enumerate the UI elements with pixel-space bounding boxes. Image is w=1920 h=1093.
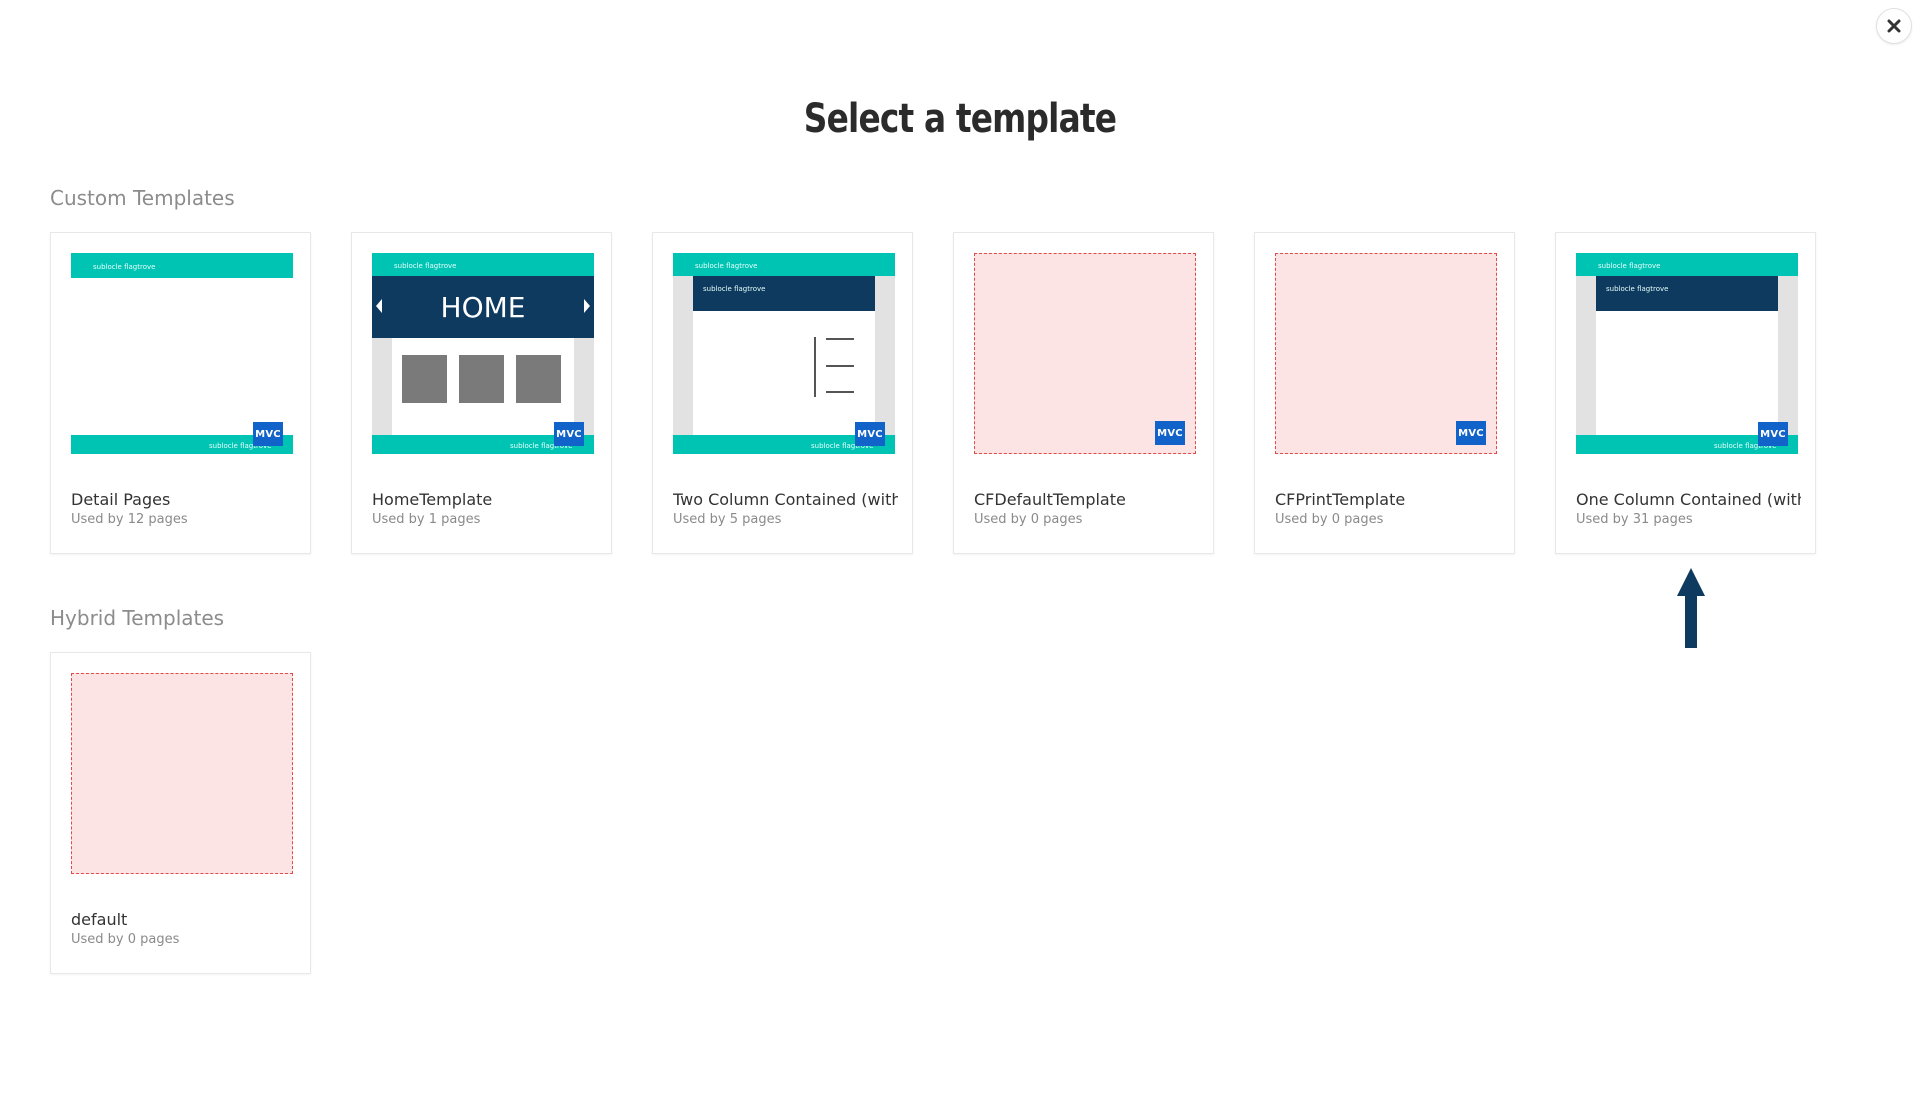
template-name: HomeTemplate: [372, 490, 493, 509]
template-thumbnail-placeholder: MVC: [1275, 253, 1497, 454]
section-title-custom: Custom Templates: [50, 186, 235, 210]
template-thumbnail-placeholder: MVC: [974, 253, 1196, 454]
template-card-two-column-contained[interactable]: sublocle flagtrove sublocle flagtrove su…: [652, 232, 913, 554]
thumb-nav-text: sublocle flagtrove: [1606, 285, 1668, 293]
mvc-badge: MVC: [1456, 421, 1486, 445]
template-thumbnail: sublocle flagtrove sublocle flagtrove su…: [673, 253, 895, 454]
template-name: Detail Pages: [71, 490, 171, 509]
template-name: default: [71, 910, 128, 929]
template-card-default[interactable]: default Used by 0 pages: [50, 652, 311, 974]
section-title-hybrid: Hybrid Templates: [50, 606, 225, 630]
mvc-badge: MVC: [855, 422, 885, 446]
page-title: Select a template: [803, 96, 1117, 142]
mvc-badge: MVC: [253, 422, 283, 446]
mvc-badge: MVC: [1758, 422, 1788, 446]
close-icon: [1887, 19, 1901, 33]
template-usage: Used by 0 pages: [1275, 512, 1384, 527]
template-card-detail-pages[interactable]: sublocle flagtrove sublocle flagtrove MV…: [50, 232, 311, 554]
template-usage: Used by 12 pages: [71, 512, 188, 527]
template-usage: Used by 0 pages: [974, 512, 1083, 527]
template-usage: Used by 1 pages: [372, 512, 481, 527]
thumb-nav-text: sublocle flagtrove: [703, 285, 765, 293]
close-button[interactable]: [1876, 8, 1912, 44]
template-usage: Used by 0 pages: [71, 932, 180, 947]
custom-templates-grid: sublocle flagtrove sublocle flagtrove MV…: [50, 232, 1816, 554]
template-thumbnail: sublocle flagtrove sublocle flagtrove su…: [1576, 253, 1798, 454]
mvc-badge: MVC: [1155, 421, 1185, 445]
template-usage: Used by 5 pages: [673, 512, 782, 527]
template-usage: Used by 31 pages: [1576, 512, 1693, 527]
template-thumbnail: sublocle flagtrove sublocle flagtrove MV…: [71, 253, 293, 454]
template-name: CFPrintTemplate: [1275, 490, 1406, 509]
template-card-hometemplate[interactable]: sublocle flagtrove HOME sublocle flagtro…: [351, 232, 612, 554]
template-name: Two Column Contained (with ...: [673, 490, 898, 509]
template-card-one-column-contained[interactable]: sublocle flagtrove sublocle flagtrove su…: [1555, 232, 1816, 554]
thumb-header-text: sublocle flagtrove: [93, 263, 155, 271]
arrow-up-icon: [1677, 568, 1705, 648]
template-card-cfdefaulttemplate[interactable]: MVC CFDefaultTemplate Used by 0 pages: [953, 232, 1214, 554]
template-thumbnail-placeholder: [71, 673, 293, 874]
template-thumbnail: sublocle flagtrove HOME sublocle flagtro…: [372, 253, 594, 454]
template-name: CFDefaultTemplate: [974, 490, 1126, 509]
hybrid-templates-grid: default Used by 0 pages: [50, 652, 311, 974]
template-card-cfprinttemplate[interactable]: MVC CFPrintTemplate Used by 0 pages: [1254, 232, 1515, 554]
thumb-header-text: sublocle flagtrove: [1598, 262, 1660, 270]
thumb-header-text: sublocle flagtrove: [695, 262, 757, 270]
thumb-home-banner: HOME: [441, 291, 526, 324]
template-name: One Column Contained (with ...: [1576, 490, 1801, 509]
thumb-header-text: sublocle flagtrove: [394, 262, 456, 270]
mvc-badge: MVC: [554, 422, 584, 446]
